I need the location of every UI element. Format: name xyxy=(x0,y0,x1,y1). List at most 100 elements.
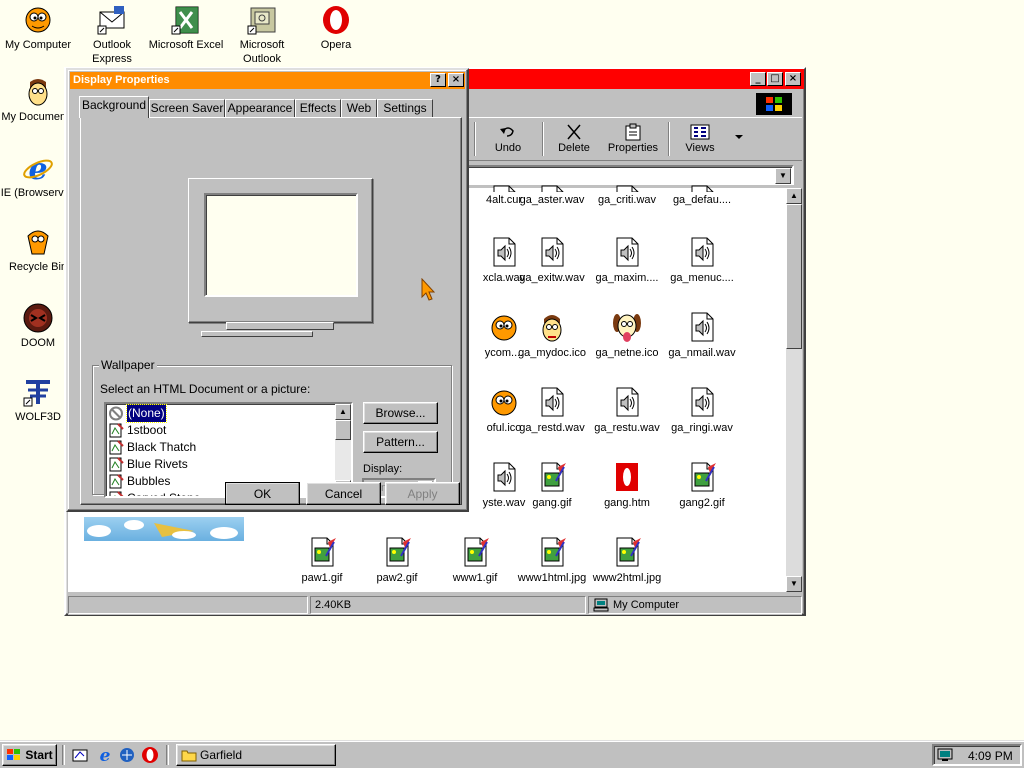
tab-label: Effects xyxy=(299,101,337,115)
bitmap-file-icon xyxy=(108,440,124,455)
pattern-button[interactable]: Pattern... xyxy=(363,431,438,453)
file-item[interactable]: ga_exitw.wav xyxy=(514,236,590,285)
bitmap-file-icon xyxy=(108,474,124,489)
desktop-icon-microsoft-outlook[interactable]: Microsoft Outlook xyxy=(224,4,300,66)
scroll-up-button[interactable]: ▲ xyxy=(786,188,802,204)
file-item[interactable]: www1.gif xyxy=(437,536,513,585)
sound-file-icon xyxy=(611,236,643,268)
file-item[interactable]: www1html.jpg xyxy=(514,536,590,585)
tab-screen-saver[interactable]: Screen Saver xyxy=(149,99,225,118)
file-item[interactable]: ga_restd.wav xyxy=(514,386,590,435)
file-item[interactable]: www2html.jpg xyxy=(589,536,665,585)
show-desktop-icon[interactable] xyxy=(72,747,88,763)
maximize-button[interactable]: □ xyxy=(767,72,783,86)
desktop-icon-label: Outlook Express xyxy=(92,39,132,65)
scroll-thumb[interactable] xyxy=(786,204,802,349)
wallpaper-list-item-label: Blue Rivets xyxy=(127,457,188,471)
browse-button[interactable]: Browse... xyxy=(363,402,438,424)
views-dropdown-arrow-icon[interactable] xyxy=(734,132,744,142)
tab-effects[interactable]: Effects xyxy=(295,99,341,118)
tab-web[interactable]: Web xyxy=(341,99,377,118)
wallpaper-list-item[interactable]: 1stboot xyxy=(108,422,166,439)
desktop-icon-label: Microsoft Outlook xyxy=(239,39,285,65)
properties-button[interactable]: Properties xyxy=(604,122,662,154)
taskbar-item-garfield[interactable]: Garfield xyxy=(176,744,336,766)
image-file-icon xyxy=(536,461,568,493)
start-button[interactable]: Start xyxy=(2,744,57,766)
properties-label: Properties xyxy=(607,142,659,154)
desktop-icon-microsoft-excel[interactable]: Microsoft Excel xyxy=(148,4,224,52)
apply-button: Apply xyxy=(385,482,460,505)
dialog-title: Display Properties xyxy=(73,74,170,86)
file-item[interactable]: ga_restu.wav xyxy=(589,386,665,435)
address-dropdown-button[interactable]: ▼ xyxy=(775,168,791,184)
odie-icon xyxy=(611,311,643,343)
sound-file-icon xyxy=(536,236,568,268)
file-item[interactable]: paw1.gif xyxy=(284,536,360,585)
vertical-scrollbar[interactable]: ▲ ▼ xyxy=(786,188,802,592)
image-file-icon xyxy=(536,536,568,568)
sound-file-icon xyxy=(536,184,568,192)
list-scroll-up-button[interactable]: ▲ xyxy=(335,404,351,420)
opera-quicklaunch-icon[interactable] xyxy=(141,746,159,764)
minimize-button[interactable]: _ xyxy=(750,72,766,86)
wallpaper-list-item[interactable]: Bubbles xyxy=(108,473,170,490)
wallpaper-list-item[interactable]: Carved Stone xyxy=(108,490,200,496)
close-button[interactable]: × xyxy=(785,72,801,86)
desktop-icon-my-computer[interactable]: My Computer xyxy=(0,4,76,52)
tab-settings[interactable]: Settings xyxy=(377,99,433,118)
file-item[interactable]: ga_defau.... xyxy=(664,184,740,207)
recycle-bin-icon xyxy=(21,226,55,258)
desktop-icon-opera[interactable]: Opera xyxy=(298,4,374,52)
channels-quicklaunch-icon[interactable] xyxy=(118,746,136,764)
wallpaper-list-item[interactable]: Black Thatch xyxy=(108,439,196,456)
file-item[interactable]: gang.gif xyxy=(514,461,590,510)
file-item-label: paw2.gif xyxy=(376,572,418,584)
tab-appearance[interactable]: Appearance xyxy=(225,99,295,118)
wallpaper-list-item[interactable]: (None) xyxy=(108,404,167,423)
delete-button[interactable]: Delete xyxy=(544,122,604,154)
bitmap-file-icon xyxy=(108,457,124,472)
cancel-button[interactable]: Cancel xyxy=(306,482,381,505)
wallpaper-group-label: Wallpaper xyxy=(99,358,157,372)
list-scroll-thumb[interactable] xyxy=(335,420,351,440)
clock[interactable]: 4:09 PM xyxy=(968,749,1013,763)
file-item[interactable]: ga_maxim.... xyxy=(589,236,665,285)
file-item[interactable]: ga_ringi.wav xyxy=(664,386,740,435)
views-button[interactable]: Views xyxy=(670,122,730,154)
file-item[interactable]: ga_nmail.wav xyxy=(664,311,740,360)
jon-icon xyxy=(536,311,568,343)
file-item[interactable]: ga_mydoc.ico xyxy=(514,311,590,360)
apply-label: Apply xyxy=(407,486,438,501)
help-button[interactable]: ? xyxy=(430,73,446,87)
file-item-label: www1.gif xyxy=(452,572,498,584)
desktop-icon-outlook-express[interactable]: Outlook Express xyxy=(74,4,150,66)
wallpaper-list-item[interactable]: Blue Rivets xyxy=(108,456,188,473)
dialog-title-bar[interactable]: Display Properties ? × xyxy=(70,72,465,89)
display-settings-tray-icon[interactable] xyxy=(937,747,953,763)
outlook-express-icon xyxy=(95,4,129,36)
ok-button[interactable]: OK xyxy=(225,482,300,505)
monitor-preview xyxy=(188,178,373,323)
file-item[interactable]: ga_menuc.... xyxy=(664,236,740,285)
file-item[interactable]: ga_aster.wav xyxy=(514,184,590,207)
monitor-stand xyxy=(226,322,334,330)
file-item-label: ga_netne.ico xyxy=(595,347,659,359)
file-item[interactable]: ga_criti.wav xyxy=(589,184,665,207)
file-item[interactable]: paw2.gif xyxy=(359,536,435,585)
scroll-down-button[interactable]: ▼ xyxy=(786,576,802,592)
tab-label: Background xyxy=(81,98,147,112)
file-item[interactable]: ga_netne.ico xyxy=(589,311,665,360)
internet-explorer-icon: e xyxy=(21,152,55,184)
ie-quicklaunch-icon[interactable]: e xyxy=(96,746,114,766)
tab-background[interactable]: Background xyxy=(79,96,149,118)
file-item-label: ga_exitw.wav xyxy=(519,272,585,284)
image-file-icon xyxy=(459,536,491,568)
dialog-close-button[interactable]: × xyxy=(448,73,464,87)
browse-label: Browse... xyxy=(375,406,426,420)
status-zone-label: My Computer xyxy=(613,599,680,611)
file-item[interactable]: gang.htm xyxy=(589,461,665,510)
undo-button[interactable]: Undo xyxy=(478,122,538,154)
file-item[interactable]: gang2.gif xyxy=(664,461,740,510)
image-file-icon xyxy=(306,536,338,568)
